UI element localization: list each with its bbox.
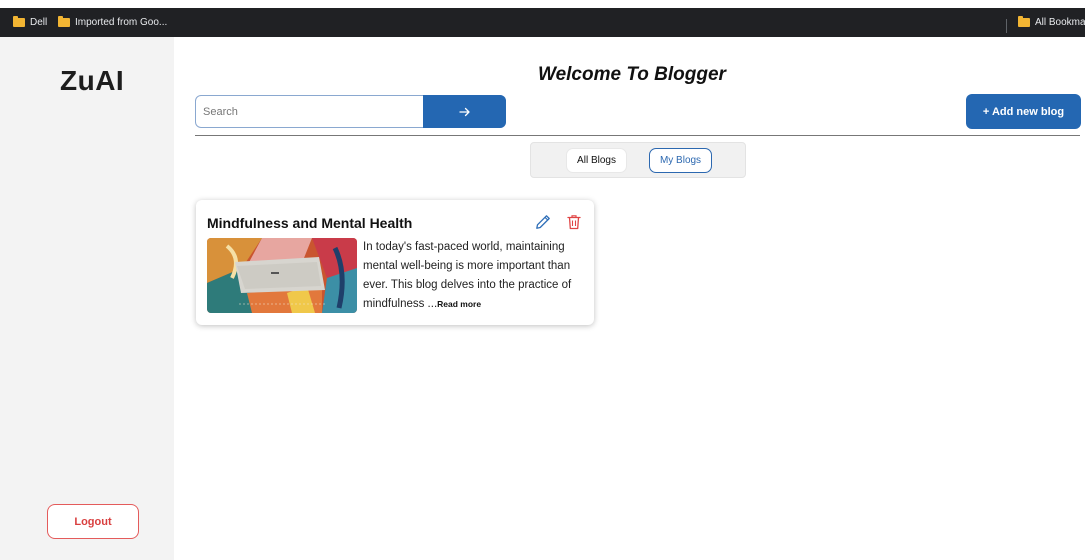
window-top-strip xyxy=(0,0,1085,8)
bookmark-dell[interactable]: Dell xyxy=(13,16,48,28)
bookmark-label: Dell xyxy=(30,17,48,28)
arrow-right-icon xyxy=(458,107,470,116)
folder-icon xyxy=(58,16,70,27)
blog-card: Mindfulness and Mental Health In today's… xyxy=(196,200,594,325)
folder-icon xyxy=(1018,16,1030,27)
read-more-link[interactable]: Read more xyxy=(437,299,481,309)
delete-icon[interactable] xyxy=(567,214,581,230)
abstract-painting-image xyxy=(207,238,357,313)
bookmark-label: Imported from Goo... xyxy=(75,17,168,28)
tab-my-blogs[interactable]: My Blogs xyxy=(649,148,712,173)
add-new-blog-button[interactable]: + Add new blog xyxy=(966,94,1081,129)
search-bar xyxy=(195,95,506,128)
all-bookmarks-label: All Bookmarks xyxy=(1035,17,1085,28)
search-button[interactable] xyxy=(423,95,506,128)
blog-title: Mindfulness and Mental Health xyxy=(207,215,413,231)
page-title: Welcome To Blogger xyxy=(538,64,726,85)
tab-all-blogs[interactable]: All Blogs xyxy=(566,148,627,173)
bookmarks-divider xyxy=(1006,19,1007,33)
blog-thumbnail xyxy=(207,238,357,313)
bookmark-imported[interactable]: Imported from Goo... xyxy=(58,16,168,28)
blog-excerpt-block: In today's fast-paced world, maintaining… xyxy=(363,238,585,314)
sidebar: ZuAI Logout xyxy=(0,37,174,560)
edit-icon[interactable] xyxy=(535,214,551,230)
all-bookmarks[interactable]: All Bookmarks xyxy=(1018,16,1085,28)
blog-filter-tabs: All Blogs My Blogs xyxy=(530,142,746,178)
folder-icon xyxy=(13,16,25,27)
logout-button[interactable]: Logout xyxy=(47,504,139,539)
app-logo: ZuAI xyxy=(60,65,125,96)
header-divider xyxy=(195,135,1080,136)
bookmarks-bar: Dell Imported from Goo... All Bookmarks xyxy=(0,8,1085,37)
